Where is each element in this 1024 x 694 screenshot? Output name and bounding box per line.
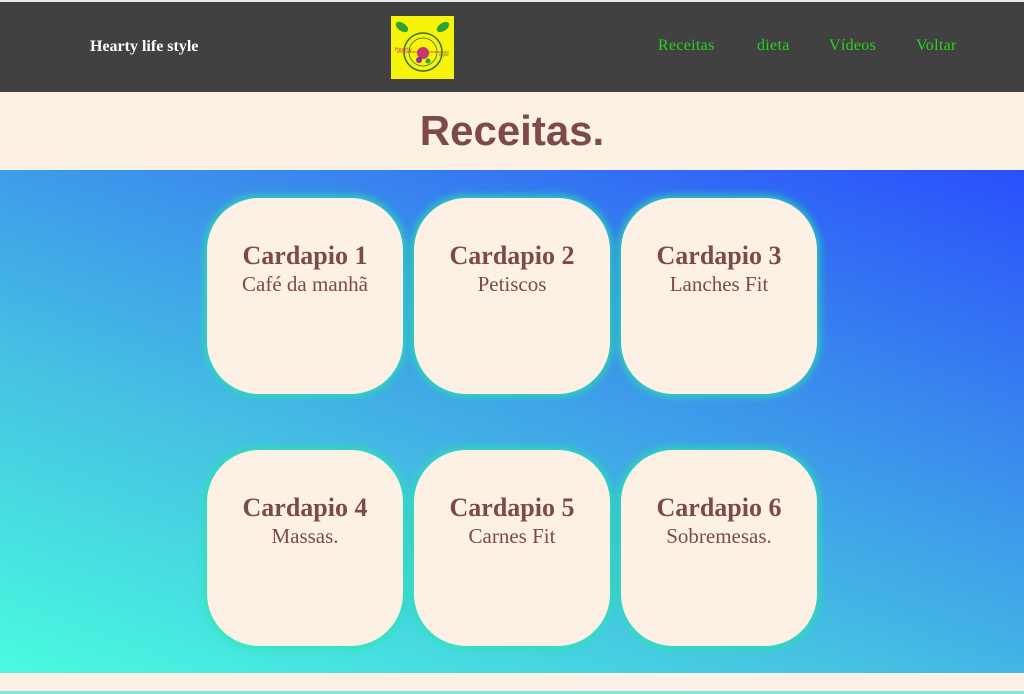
menu-card-4[interactable]: Cardapio 4 Massas. — [207, 450, 403, 646]
menu-card-6[interactable]: Cardapio 6 Sobremesas. — [621, 450, 817, 646]
card-subtitle: Massas. — [271, 524, 339, 548]
card-subtitle: Carnes Fit — [468, 524, 556, 548]
card-subtitle: Sobremesas. — [666, 524, 772, 548]
nav-link-voltar[interactable]: Voltar — [916, 37, 957, 55]
menu-card-1[interactable]: Cardapio 1 Café da manhã — [207, 198, 403, 394]
menu-card-3[interactable]: Cardapio 3 Lanches Fit — [621, 198, 817, 394]
card-title: Cardapio 2 — [449, 241, 575, 270]
card-subtitle: Lanches Fit — [669, 272, 769, 296]
nav-link-dieta[interactable]: dieta — [757, 37, 790, 55]
nav-link-receitas[interactable]: Receitas — [658, 37, 715, 55]
card-subtitle: Café da manhã — [242, 272, 368, 296]
card-subtitle: Petiscos — [477, 272, 547, 296]
menu-card-5[interactable]: Cardapio 5 Carnes Fit — [414, 450, 610, 646]
main-nav: Receitas dieta Vídeos Voltar — [0, 37, 1024, 61]
card-title: Cardapio 1 — [242, 241, 368, 270]
nav-link-videos[interactable]: Vídeos — [829, 37, 876, 55]
card-title: Cardapio 4 — [242, 493, 368, 522]
card-title: Cardapio 5 — [449, 493, 575, 522]
card-title: Cardapio 6 — [656, 493, 782, 522]
menu-grid-section: Cardapio 1 Café da manhã Cardapio 2 Peti… — [0, 170, 1024, 673]
page-title: Receitas. — [419, 107, 605, 154]
navbar: Hearty life style Hearty style Receitas … — [0, 2, 1024, 92]
card-title: Cardapio 3 — [656, 241, 782, 270]
title-band: Receitas. — [0, 92, 1024, 170]
menu-card-2[interactable]: Cardapio 2 Petiscos — [414, 198, 610, 394]
